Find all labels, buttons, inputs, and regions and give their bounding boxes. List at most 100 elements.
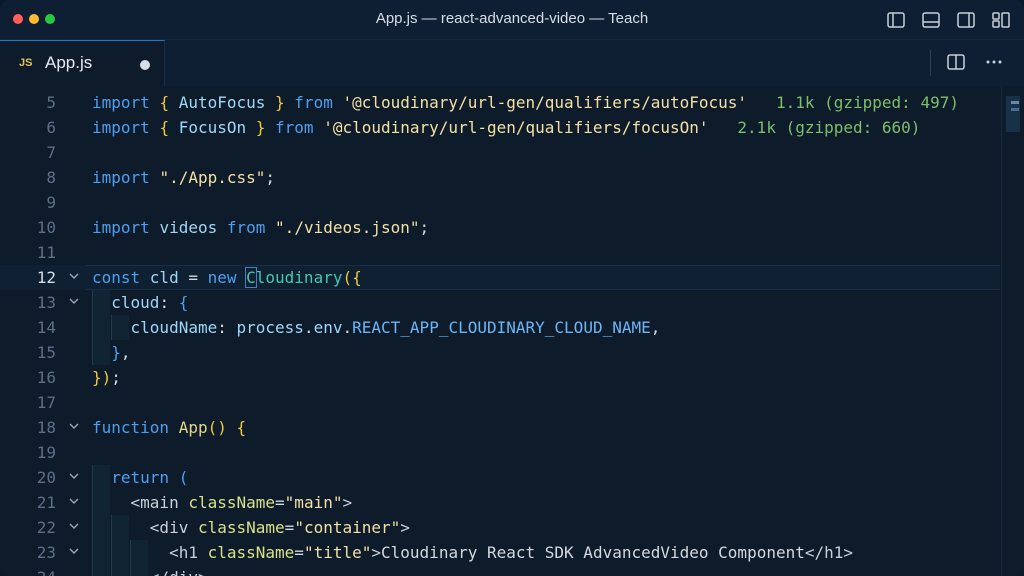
code-token: ;: [265, 168, 276, 187]
code-token: "./App.css": [159, 168, 266, 187]
code-line[interactable]: 7: [0, 140, 1000, 165]
code-text: import videos from "./videos.json";: [92, 218, 429, 237]
code-token: ,: [650, 318, 661, 337]
code-line[interactable]: 16});: [0, 365, 1000, 390]
toggle-primary-sidebar-icon[interactable]: [885, 9, 907, 31]
code-line[interactable]: 13 cloud: {: [0, 290, 1000, 315]
code-line[interactable]: 17: [0, 390, 1000, 415]
code-token: }): [92, 368, 112, 387]
fold-chevron-icon[interactable]: [68, 295, 80, 307]
code-line[interactable]: 20 return (: [0, 465, 1000, 490]
code-line[interactable]: 22 <div className="container">: [0, 515, 1000, 540]
code-text: <h1 className="title">Cloudinary React S…: [92, 543, 853, 562]
code-token: =: [284, 518, 295, 537]
code-token: ;: [419, 218, 430, 237]
line-number: 11: [36, 243, 56, 262]
fold-chevron-icon[interactable]: [68, 270, 80, 282]
code-line[interactable]: 9: [0, 190, 1000, 215]
fold-chevron-icon[interactable]: [68, 495, 80, 507]
code-token: className: [197, 518, 285, 537]
customize-layout-icon[interactable]: [990, 9, 1012, 31]
code-token: import: [92, 93, 160, 112]
code-text: cloudName: process.env.REACT_APP_CLOUDIN…: [92, 318, 661, 337]
code-line[interactable]: 15 },: [0, 340, 1000, 365]
code-token: new: [207, 268, 247, 287]
code-token: </h1>: [804, 543, 854, 562]
code-token: function: [92, 418, 179, 437]
code-line[interactable]: 19: [0, 440, 1000, 465]
code-text: </div>: [92, 568, 208, 576]
code-token: <main: [130, 493, 189, 512]
line-number: 14: [36, 318, 56, 337]
tab-app-js[interactable]: JS App.js: [0, 40, 165, 86]
code-token: ,: [120, 343, 131, 362]
code-line[interactable]: 8 import "./App.css";: [0, 165, 1000, 190]
code-token: .: [342, 318, 353, 337]
split-editor-icon[interactable]: [946, 52, 966, 77]
code-token: () {: [207, 418, 247, 437]
code-token: =: [188, 268, 208, 287]
code-token: >: [371, 543, 382, 562]
toggle-secondary-sidebar-icon[interactable]: [955, 9, 977, 31]
title-bar: App.js — react-advanced-video — Teach: [0, 0, 1024, 40]
code-token: "./videos.json": [275, 218, 420, 237]
line-number: 22: [36, 518, 56, 537]
code-line[interactable]: 11: [0, 240, 1000, 265]
scrollbar-selection-marker: [1011, 108, 1019, 111]
tab-bar: JS App.js: [0, 40, 1024, 86]
line-number: 16: [36, 368, 56, 387]
unsaved-indicator-icon[interactable]: [140, 60, 150, 70]
code-line[interactable]: 5 import { AutoFocus } from '@cloudinary/…: [0, 90, 1000, 115]
more-actions-icon[interactable]: [984, 52, 1004, 77]
code-token: import: [92, 218, 160, 237]
code-token: =: [275, 493, 285, 512]
code-token: from: [294, 93, 343, 112]
code-token: env: [313, 318, 343, 337]
code-token: >: [400, 518, 410, 537]
code-line[interactable]: 18 function App() {: [0, 415, 1000, 440]
code-line[interactable]: 21 <main className="main">: [0, 490, 1000, 515]
code-line[interactable]: 24 </div>: [0, 565, 1000, 576]
code-token: '@cloudinary/url-gen/qualifiers/autoFocu…: [342, 93, 748, 112]
code-token: }: [255, 118, 276, 137]
window-title: App.js — react-advanced-video — Teach: [375, 10, 649, 27]
code-token: from: [275, 118, 324, 137]
fold-chevron-icon[interactable]: [68, 545, 80, 557]
code-token: .: [303, 318, 314, 337]
code-text: function App() {: [92, 418, 246, 437]
fold-chevron-icon[interactable]: [68, 520, 80, 532]
code-token: "main": [284, 493, 343, 512]
code-line[interactable]: 10 import videos from "./videos.json";: [0, 215, 1000, 240]
code-editor[interactable]: 5 import { AutoFocus } from '@cloudinary/…: [0, 86, 1024, 576]
line-number: 8: [46, 168, 56, 187]
editor-scrollbar[interactable]: [1001, 86, 1024, 576]
code-token: import: [92, 118, 160, 137]
code-token: Cloudinary React SDK AdvancedVideo Compo…: [381, 543, 805, 562]
line-number: 6: [46, 118, 56, 137]
code-token: <h1: [169, 543, 208, 562]
line-number: 13: [36, 293, 56, 312]
fold-chevron-icon[interactable]: [68, 470, 80, 482]
line-number: 21: [36, 493, 56, 512]
code-line[interactable]: 23 <h1 className="title">Cloudinary Reac…: [0, 540, 1000, 565]
code-token: (: [178, 468, 189, 487]
code-token: cloud: [111, 293, 160, 312]
line-number: 23: [36, 543, 56, 562]
code-text: });: [92, 368, 121, 387]
code-token: :: [217, 318, 237, 337]
line-number: 20: [36, 468, 56, 487]
toggle-panel-icon[interactable]: [920, 9, 942, 31]
code-token: :: [159, 293, 179, 312]
line-number: 12: [36, 268, 56, 287]
code-line[interactable]: 6 import { FocusOn } from '@cloudinary/ur…: [0, 115, 1000, 140]
code-line[interactable]: 12 const cld = new Cloudinary({: [0, 265, 1000, 290]
line-number: 24: [0, 568, 56, 576]
fold-chevron-icon[interactable]: [68, 420, 80, 432]
code-token: =: [294, 543, 304, 562]
code-line[interactable]: 14 cloudName: process.env.REACT_APP_CLOU…: [0, 315, 1000, 340]
code-token: "container": [294, 518, 401, 537]
